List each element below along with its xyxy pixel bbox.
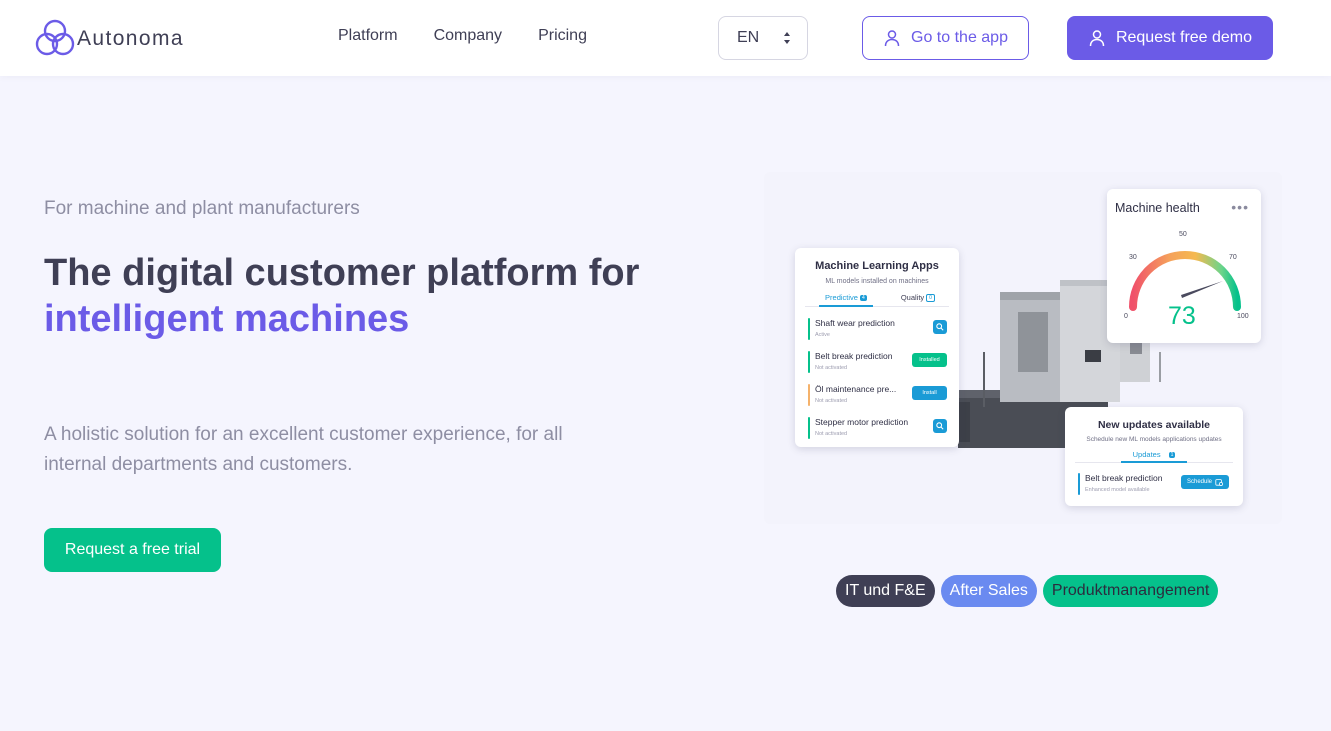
nav-company[interactable]: Company xyxy=(434,27,502,45)
tab-predictive[interactable]: Predictive 4 xyxy=(819,293,873,308)
tab-predictive-label: Predictive xyxy=(825,293,858,302)
brand-logo[interactable]: Autonoma xyxy=(35,19,184,57)
gauge-tick-70: 70 xyxy=(1229,254,1237,261)
status-bar xyxy=(808,384,810,407)
tag-after-sales[interactable]: After Sales xyxy=(940,575,1037,607)
list-item: Öl maintenance pre... Not activated Inst… xyxy=(805,384,949,407)
tab-quality-label: Quality xyxy=(900,293,925,302)
hero-eyebrow: For machine and plant manufacturers xyxy=(44,198,360,219)
tab-updates-label: Updates xyxy=(1132,450,1161,459)
gauge-tick-30: 30 xyxy=(1129,254,1137,261)
logo-icon xyxy=(35,19,75,56)
status-bar xyxy=(808,351,810,374)
gauge-tick-50: 50 xyxy=(1179,231,1187,238)
tag-it-fe[interactable]: IT und F&E xyxy=(836,575,935,607)
ml-card-subtitle: ML models installed on machines xyxy=(825,278,929,285)
headline-line1: The digital customer platform for xyxy=(44,252,640,294)
ml-apps-card: Machine Learning Apps ML models installe… xyxy=(795,248,959,447)
search-button[interactable] xyxy=(933,320,947,335)
install-button[interactable]: Install xyxy=(912,386,947,401)
nav-platform[interactable]: Platform xyxy=(338,27,398,45)
tag-product-management[interactable]: Produktmanangement xyxy=(1042,575,1219,607)
language-select[interactable]: EN xyxy=(718,16,808,60)
list-item: Stepper motor prediction Not activated xyxy=(805,417,949,440)
more-options-icon[interactable]: ••• xyxy=(1231,200,1249,214)
request-trial-button[interactable]: Request a free trial xyxy=(44,528,221,572)
request-demo-label: Request free demo xyxy=(1115,29,1253,46)
tab-updates[interactable]: Updates 1 xyxy=(1120,450,1188,463)
status-bar xyxy=(808,318,810,341)
search-icon xyxy=(936,323,944,331)
tab-predictive-count: 4 xyxy=(859,295,867,302)
app-name: Shaft wear prediction xyxy=(815,318,895,329)
gauge-tick-0: 0 xyxy=(1124,313,1128,320)
language-value: EN xyxy=(737,29,760,46)
headline-accent: intelligent machines xyxy=(44,298,410,340)
gauge-needle xyxy=(1181,281,1223,298)
app-name: Stepper motor prediction xyxy=(815,417,909,428)
user-icon xyxy=(1089,30,1105,47)
tab-updates-count: 1 xyxy=(1168,452,1176,459)
updates-title: New updates available xyxy=(1097,419,1211,431)
brand-name: Autonoma xyxy=(77,27,184,50)
app-status: Not activated xyxy=(815,431,848,438)
site-header: Autonoma Platform Company Pricing EN Go … xyxy=(0,0,1331,76)
go-to-app-button[interactable]: Go to the app xyxy=(862,16,1029,60)
schedule-label: Schedule xyxy=(1186,479,1213,485)
machine-health-card: Machine health ••• 0 30 50 70 100 73 xyxy=(1107,189,1261,343)
updates-tabs: Updates 1 xyxy=(1075,450,1233,463)
main-nav: Platform Company Pricing xyxy=(338,27,587,45)
audience-tags: IT und F&E After Sales Produktmanangemen… xyxy=(836,575,1219,607)
list-item: Belt break prediction Not activated Inst… xyxy=(805,351,949,374)
search-button[interactable] xyxy=(933,419,947,434)
select-arrows-icon xyxy=(784,32,790,44)
updates-card: New updates available Schedule new ML mo… xyxy=(1065,407,1243,506)
ml-card-tabs: Predictive 4 Quality 0 xyxy=(805,293,949,308)
tab-quality[interactable]: Quality 0 xyxy=(900,293,935,303)
hero-headline: The digital customer platform for intell… xyxy=(44,250,644,342)
updates-subtitle: Schedule new ML models applications upda… xyxy=(1086,436,1222,443)
list-item: Shaft wear prediction Active xyxy=(805,318,949,341)
health-value: 73 xyxy=(1168,302,1196,330)
installed-button[interactable]: Installed xyxy=(912,353,947,368)
go-to-app-label: Go to the app xyxy=(911,29,1008,46)
calendar-clock-icon xyxy=(1215,479,1223,486)
tab-quality-count: 0 xyxy=(926,294,935,303)
status-bar xyxy=(1078,473,1080,495)
request-demo-button[interactable]: Request free demo xyxy=(1067,16,1273,60)
search-icon xyxy=(936,422,944,430)
hero-description: A holistic solution for an excellent cus… xyxy=(44,424,563,475)
app-status: Active xyxy=(815,332,830,339)
list-item: Belt break prediction Enhanced model ava… xyxy=(1075,473,1233,495)
user-icon xyxy=(884,30,900,47)
health-gauge: 0 30 50 70 100 73 xyxy=(1124,231,1249,330)
gauge-tick-100: 100 xyxy=(1237,313,1249,320)
status-bar xyxy=(808,417,810,440)
nav-pricing[interactable]: Pricing xyxy=(538,27,587,45)
schedule-button[interactable]: Schedule xyxy=(1181,475,1229,489)
ml-card-title: Machine Learning Apps xyxy=(815,260,939,272)
